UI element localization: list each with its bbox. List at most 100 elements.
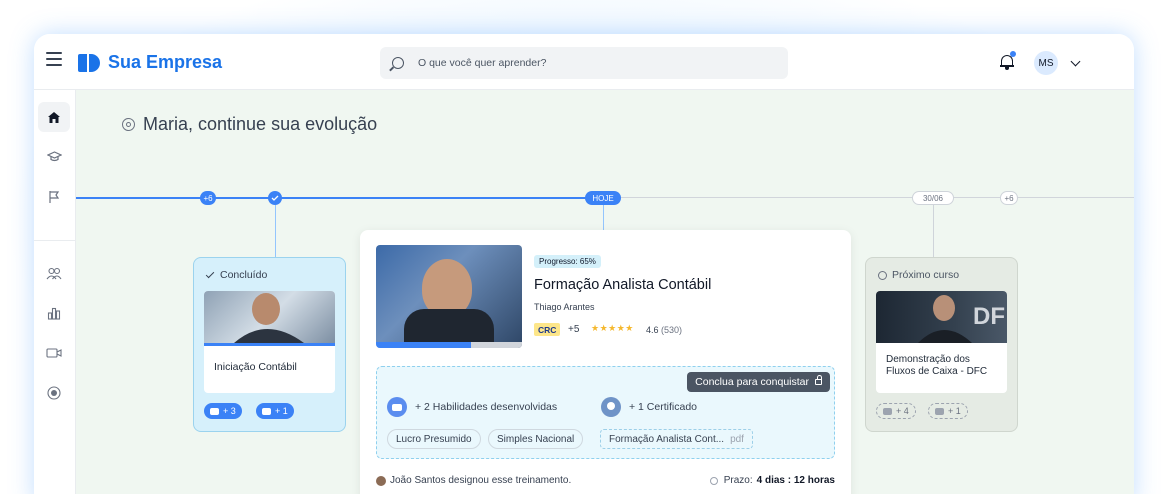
timeline-connector bbox=[933, 205, 934, 257]
timeline-future-line bbox=[606, 197, 1134, 198]
progress-bar-fill bbox=[376, 342, 471, 348]
certificate-reward-text: + 1 Certificado bbox=[629, 401, 697, 413]
app-window: Sua Empresa MS bbox=[34, 34, 1134, 494]
target-icon bbox=[122, 118, 135, 131]
skill-tag[interactable]: Lucro Presumido bbox=[387, 429, 481, 449]
graduation-cap-icon bbox=[46, 151, 62, 162]
clock-icon bbox=[709, 476, 718, 485]
star-rating-icon: ★★★★★ bbox=[591, 323, 634, 333]
brand-name: Sua Empresa bbox=[108, 52, 223, 72]
page-title: Maria, continue sua evolução bbox=[122, 114, 377, 135]
certificate-badge-count: + 1 bbox=[275, 406, 288, 416]
certificate-badge-count: + 1 bbox=[948, 406, 961, 416]
assigned-by: João Santos designou esse treinamento. bbox=[376, 475, 571, 486]
certificate-icon bbox=[935, 407, 944, 415]
certificate-file-name: Formação Analista Cont... bbox=[609, 433, 725, 445]
next-course-thumbnail: DF bbox=[876, 291, 1007, 343]
timeline-connector bbox=[603, 205, 604, 230]
assigned-text: João Santos designou esse treinamento. bbox=[390, 475, 572, 486]
logo-mark-icon bbox=[78, 53, 102, 72]
search-bar[interactable] bbox=[380, 47, 788, 79]
certificate-icon bbox=[601, 397, 621, 417]
skills-reward-text: + 2 Habilidades desenvolvidas bbox=[415, 401, 558, 413]
conquer-label: Conclua para conquistar bbox=[695, 376, 809, 388]
video-icon bbox=[46, 348, 62, 358]
check-icon bbox=[205, 269, 215, 278]
briefcase-icon bbox=[387, 397, 407, 417]
skills-badge: + 3 bbox=[204, 403, 242, 419]
home-icon bbox=[48, 111, 60, 123]
timeline-progress-line bbox=[76, 197, 606, 199]
timeline-future-more[interactable]: +6 bbox=[1000, 191, 1018, 205]
top-header: Sua Empresa MS bbox=[34, 34, 1134, 90]
timeline-past-more[interactable]: +6 bbox=[200, 191, 216, 205]
assigner-avatar bbox=[376, 475, 386, 486]
completed-course-title: Iniciação Contábil bbox=[214, 361, 297, 373]
rating-value: 4.6 (530) bbox=[646, 325, 682, 335]
current-course-title[interactable]: Formação Analista Contábil bbox=[534, 277, 711, 293]
skills-badge-count: + 3 bbox=[223, 406, 236, 416]
sidebar-item-home[interactable] bbox=[38, 102, 70, 132]
completed-status-label: Concluído bbox=[220, 269, 268, 281]
menu-icon[interactable] bbox=[46, 52, 62, 66]
timeline-today-node[interactable]: HOJE bbox=[585, 191, 621, 205]
bar-chart-icon bbox=[47, 307, 61, 320]
sidebar-item-courses[interactable] bbox=[38, 142, 70, 172]
sidebar bbox=[34, 90, 76, 494]
rating-score: 4.6 bbox=[646, 325, 659, 335]
certificate-file-ext: pdf bbox=[730, 433, 744, 445]
timeline-completed-node[interactable] bbox=[268, 191, 282, 205]
skill-tag[interactable]: Simples Nacional bbox=[488, 429, 584, 449]
skills-reward: + 2 Habilidades desenvolvidas bbox=[387, 397, 557, 417]
certificate-badge: + 1 bbox=[928, 403, 968, 419]
search-input[interactable] bbox=[418, 57, 758, 69]
skills-badge-count: + 4 bbox=[896, 406, 909, 416]
briefcase-icon bbox=[883, 407, 892, 415]
rating-count: (530) bbox=[661, 325, 683, 335]
next-course-card[interactable]: Próximo curso DF Demonstração dos Fluxos… bbox=[865, 257, 1018, 432]
sidebar-divider bbox=[34, 240, 76, 241]
clock-icon bbox=[878, 270, 887, 280]
briefcase-icon bbox=[210, 407, 219, 415]
progress-badge: Progresso: 65% bbox=[534, 255, 601, 268]
check-icon bbox=[271, 195, 279, 201]
notification-dot bbox=[1010, 51, 1016, 57]
skills-badge: + 4 bbox=[876, 403, 916, 419]
completed-status: Concluído bbox=[205, 269, 268, 281]
completion-bar bbox=[204, 343, 335, 346]
accreditation-more: +5 bbox=[568, 324, 580, 335]
certificate-reward: + 1 Certificado bbox=[601, 397, 697, 417]
brand-logo[interactable]: Sua Empresa bbox=[78, 52, 222, 73]
conquer-tooltip: Conclua para conquistar bbox=[687, 372, 830, 392]
current-course-card[interactable]: Progresso: 65% Formação Analista Contábi… bbox=[360, 230, 851, 494]
main-content: Maria, continue sua evolução +6 HOJE 30/… bbox=[76, 90, 1134, 494]
users-icon bbox=[46, 267, 62, 279]
lock-icon bbox=[815, 375, 822, 385]
next-status-label: Próximo curso bbox=[892, 269, 960, 281]
sidebar-item-live[interactable] bbox=[38, 378, 70, 408]
timeline-connector bbox=[275, 205, 276, 257]
chevron-down-icon[interactable] bbox=[1070, 56, 1081, 67]
deadline-label: Prazo: bbox=[723, 475, 753, 486]
flag-icon bbox=[49, 191, 60, 203]
greeting-text: Maria, continue sua evolução bbox=[143, 114, 378, 134]
notifications-bell-icon[interactable] bbox=[1000, 51, 1016, 70]
sidebar-item-videos[interactable] bbox=[38, 338, 70, 368]
current-course-thumbnail[interactable] bbox=[376, 245, 522, 348]
completed-course-card[interactable]: Concluído Iniciação Contábil + 3 + 1 bbox=[193, 257, 346, 432]
rewards-panel: Conclua para conquistar + 2 Habilidades … bbox=[376, 366, 835, 459]
user-avatar[interactable]: MS bbox=[1034, 51, 1058, 75]
timeline-next-date[interactable]: 30/06 bbox=[912, 191, 954, 205]
course-thumbnail-card[interactable]: Iniciação Contábil bbox=[204, 291, 335, 393]
progress-bar bbox=[376, 342, 522, 348]
course-thumbnail bbox=[204, 291, 335, 343]
sidebar-item-reports[interactable] bbox=[38, 298, 70, 328]
instructor-photo bbox=[234, 293, 304, 343]
certificate-file[interactable]: Formação Analista Cont... pdf bbox=[600, 429, 753, 449]
search-icon bbox=[392, 57, 404, 69]
sidebar-item-goals[interactable] bbox=[38, 182, 70, 212]
thumbnail-text: DF bbox=[973, 303, 1005, 330]
instructor-name: Thiago Arantes bbox=[534, 302, 595, 312]
sidebar-item-users[interactable] bbox=[38, 258, 70, 288]
next-course-thumbnail-card[interactable]: DF Demonstração dos Fluxos de Caixa - DF… bbox=[876, 291, 1007, 393]
